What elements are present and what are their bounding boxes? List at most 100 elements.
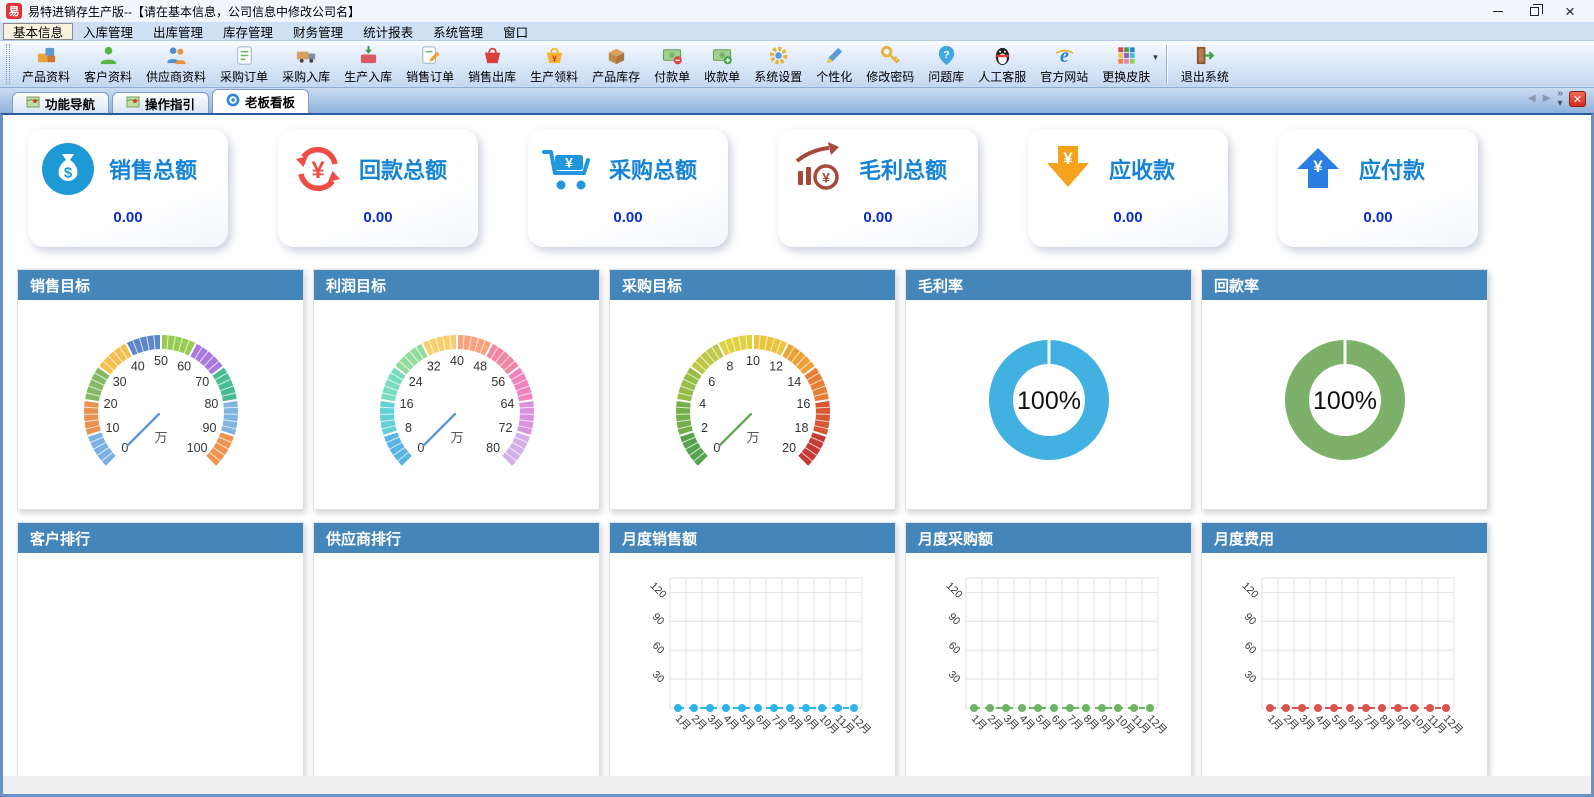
card-top: ¥回款总额 [278, 129, 478, 197]
svg-text:1月: 1月 [673, 713, 693, 733]
toolbar-button-official-website[interactable]: e官方网站 [1033, 42, 1095, 86]
svg-text:7月: 7月 [1065, 713, 1085, 733]
svg-text:24: 24 [409, 375, 423, 389]
skin-dropdown-caret-icon[interactable]: ▾ [1153, 52, 1158, 63]
supplier-data-icon [165, 44, 188, 67]
menu-item-statistics-reports[interactable]: 统计报表 [353, 23, 423, 40]
svg-text:20: 20 [782, 441, 796, 455]
menu-item-basic-info[interactable]: 基本信息 [3, 23, 73, 40]
toolbar-label: 采购入库 [282, 68, 330, 85]
menu-item-finance-management[interactable]: 财务管理 [283, 23, 353, 40]
toolbar-label: 销售订单 [406, 68, 454, 85]
toolbar-label: 采购订单 [220, 68, 268, 85]
toolbar-label: 产品库存 [592, 68, 640, 85]
toolbar-button-product-data[interactable]: 产品资料 [15, 42, 77, 86]
arrow-up-yen-icon: ¥ [1290, 141, 1346, 197]
purchase-order-icon [233, 44, 256, 67]
toolbar-button-receipt-bill[interactable]: 收款单 [697, 42, 747, 86]
svg-text:12: 12 [769, 360, 783, 374]
change-skin-icon [1115, 44, 1138, 67]
monthly-sales-chart: 3060901201月2月3月4月5月6月7月8月9月10月11月12月 [610, 553, 895, 777]
toolbar-button-sales-outbound[interactable]: 销售出库 [461, 42, 523, 86]
svg-text:6: 6 [708, 375, 715, 389]
scroll-tabs-right-button[interactable]: ▶ [1543, 94, 1551, 104]
tab-operation-guide[interactable]: 操作指引 [112, 92, 209, 113]
close-tab-button[interactable]: ✕ [1569, 91, 1586, 107]
toolbar-button-production-material[interactable]: ¥生产领料 [523, 42, 585, 86]
tab-function-nav[interactable]: 功能导航 [12, 92, 109, 113]
personalization-icon [823, 44, 846, 67]
svg-text:12月: 12月 [1441, 713, 1465, 737]
menu-item-inbound-management[interactable]: 入库管理 [73, 23, 143, 40]
toolbar-grip[interactable] [6, 44, 10, 84]
toolbar-button-personalization[interactable]: 个性化 [809, 42, 859, 86]
map-icon [26, 95, 40, 112]
toolbar-button-payment-bill[interactable]: 付款单 [647, 42, 697, 86]
collection-rate-chart: 100% [1202, 300, 1487, 509]
dashboard-icon [226, 93, 240, 110]
svg-text:40: 40 [131, 360, 145, 374]
svg-text:万: 万 [746, 430, 759, 445]
toolbar-button-change-password[interactable]: 修改密码 [859, 42, 921, 86]
svg-text:2: 2 [701, 421, 708, 435]
tab-boss-dashboard[interactable]: 老板看板 [212, 89, 309, 113]
svg-text:60: 60 [946, 640, 963, 657]
panel-title-supplier-ranking: 供应商排行 [314, 523, 599, 553]
toolbar-label: 客户资料 [84, 68, 132, 85]
monthly-expense-chart: 3060901201月2月3月4月5月6月7月8月9月10月11月12月 [1202, 553, 1487, 777]
toolbar-button-product-inventory[interactable]: 产品库存 [585, 42, 647, 86]
exit-system-icon [1193, 44, 1216, 67]
toolbar-button-question-bank[interactable]: ?问题库 [921, 42, 971, 86]
card-value: 0.00 [278, 209, 478, 226]
svg-text:2月: 2月 [1281, 713, 1301, 733]
toolbar-button-change-skin[interactable]: 更换皮肤 [1095, 42, 1157, 86]
toolbar-label: 人工客服 [978, 68, 1026, 85]
card-top: $销售总额 [28, 129, 228, 197]
minimize-button[interactable] [1480, 1, 1516, 21]
menu-item-inventory-management[interactable]: 库存管理 [213, 23, 283, 40]
toolbar-button-purchase-inbound[interactable]: 采购入库 [275, 42, 337, 86]
refresh-yen-icon: ¥ [290, 141, 346, 197]
card-value: 0.00 [1278, 209, 1478, 226]
toolbar-label: 销售出库 [468, 68, 516, 85]
toolbar-button-sales-order[interactable]: 销售订单 [399, 42, 461, 86]
panel-title-customer-ranking: 客户排行 [18, 523, 303, 553]
cart-yen-icon: ¥ [540, 141, 596, 197]
panel-title-profit-target: 利润目标 [314, 270, 599, 300]
svg-text:10: 10 [746, 354, 760, 368]
chart-up-yen-icon: ¥ [790, 141, 846, 197]
toolbar-button-production-inbound[interactable]: 生产入库 [337, 42, 399, 86]
panel-monthly-expense: 月度费用3060901201月2月3月4月5月6月7月8月9月10月11月12月 [1201, 522, 1488, 778]
menu-item-system-management[interactable]: 系统管理 [423, 23, 493, 40]
toolbar-button-supplier-data[interactable]: 供应商资料 [139, 42, 213, 86]
svg-text:80: 80 [204, 397, 218, 411]
card-gross-profit-total: ¥毛利总额0.00 [778, 129, 978, 247]
toolbar-button-customer-data[interactable]: 客户资料 [77, 42, 139, 86]
toolbar-label: 收款单 [704, 68, 740, 85]
menu-item-window-menu[interactable]: 窗口 [493, 23, 538, 40]
tab-list-button[interactable]: »▾ [1557, 89, 1562, 109]
svg-text:3月: 3月 [1297, 713, 1317, 733]
tab-label: 操作指引 [145, 94, 195, 113]
scroll-tabs-left-button[interactable]: ◀ [1528, 94, 1536, 104]
panel-supplier-ranking: 供应商排行 [313, 522, 600, 778]
toolbar-button-exit-system[interactable]: 退出系统 [1174, 42, 1236, 86]
toolbar-label: 个性化 [816, 68, 852, 85]
card-title: 应收款 [1109, 153, 1175, 185]
toolbar-button-system-settings[interactable]: 系统设置 [747, 42, 809, 86]
toolbar-label: 问题库 [928, 68, 964, 85]
panel-title-collection-rate: 回款率 [1202, 270, 1487, 300]
panel-monthly-purchase: 月度采购额3060901201月2月3月4月5月6月7月8月9月10月11月12… [905, 522, 1192, 778]
menu-item-outbound-management[interactable]: 出库管理 [143, 23, 213, 40]
toolbar-button-customer-service[interactable]: 人工客服 [971, 42, 1033, 86]
change-password-icon [879, 44, 902, 67]
svg-text:4月: 4月 [1313, 713, 1333, 733]
toolbar-button-purchase-order[interactable]: 采购订单 [213, 42, 275, 86]
svg-text:120: 120 [648, 580, 669, 601]
restore-button[interactable] [1516, 1, 1552, 21]
toolbar-label: 更换皮肤 [1102, 68, 1150, 85]
close-button[interactable]: × [1552, 1, 1588, 21]
svg-text:12月: 12月 [1145, 713, 1169, 737]
svg-text:48: 48 [473, 360, 487, 374]
toolbar-separator [1166, 45, 1168, 83]
